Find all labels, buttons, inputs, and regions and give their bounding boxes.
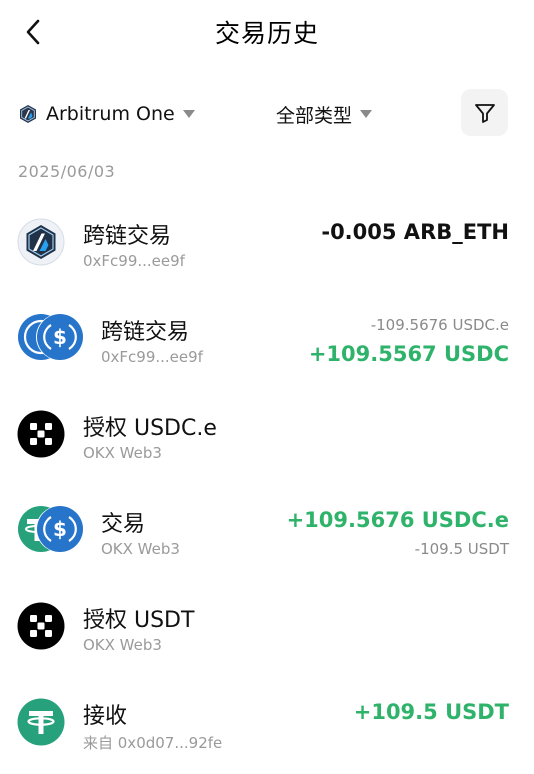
transaction-row[interactable]: 跨链交易 0xFc99...ee9f -0.005 ARB_ETH [0,200,534,280]
usdt-usdc-pair-icon: $ [17,505,85,553]
network-dropdown[interactable]: Arbitrum One [18,100,195,128]
tx-subtitle: OKX Web3 [101,540,180,558]
tx-amount: +109.5 USDT [353,700,509,724]
tx-amount-secondary: -109.5676 USDC.e [370,316,509,334]
tx-subtitle: OKX Web3 [83,636,162,654]
date-group-header: 2025/06/03 [18,162,116,181]
arbitrum-logo-icon [17,218,65,266]
tx-subtitle: OKX Web3 [83,444,162,462]
okx-logo-icon [17,410,65,458]
tx-amount: +109.5567 USDC [308,342,509,366]
transaction-row[interactable]: $ 跨链交易 0xFc99...ee9f -109.5676 USDC.e +1… [0,296,534,376]
caret-down-icon [182,110,195,118]
filter-button[interactable] [461,89,508,136]
tx-title: 授权 USDC.e [83,416,217,441]
tx-title: 跨链交易 [83,224,172,249]
filter-bar: Arbitrum One 全部类型 [0,88,534,140]
transaction-row[interactable]: 授权 USDC.e OKX Web3 [0,392,534,472]
network-label: Arbitrum One [46,103,175,125]
svg-text:$: $ [53,325,67,349]
tx-subtitle: 0xFc99...ee9f [83,252,185,270]
tx-subtitle: 0xFc99...ee9f [101,348,203,366]
usdt-logo-icon [17,698,65,746]
tx-title: 授权 USDT [83,608,195,633]
tx-amount-secondary: -109.5 USDT [414,540,509,558]
tx-title: 交易 [101,512,146,537]
type-dropdown[interactable]: 全部类型 [276,100,373,128]
page-title: 交易历史 [214,19,319,48]
caret-down-icon [360,110,373,118]
filter-funnel-icon [474,103,495,123]
svg-text:$: $ [53,517,67,541]
type-label: 全部类型 [276,104,353,127]
okx-logo-icon [17,602,65,650]
tx-subtitle: 来自 0x0d07...92fe [83,734,223,752]
top-bar: 交易历史 [0,0,534,64]
arbitrum-icon [18,104,38,124]
transaction-row[interactable]: 接收 来自 0x0d07...92fe +109.5 USDT [0,680,534,760]
tx-amount: +109.5676 USDC.e [286,508,509,532]
transaction-row[interactable]: 授权 USDT OKX Web3 [0,584,534,664]
tx-title: 接收 [83,704,128,729]
tx-title: 跨链交易 [101,320,190,345]
transaction-row[interactable]: $ 交易 OKX Web3 +109.5676 USDC.e -109.5 US… [0,488,534,568]
usdc-pair-icon: $ [17,313,85,361]
tx-amount: -0.005 ARB_ETH [321,220,509,244]
